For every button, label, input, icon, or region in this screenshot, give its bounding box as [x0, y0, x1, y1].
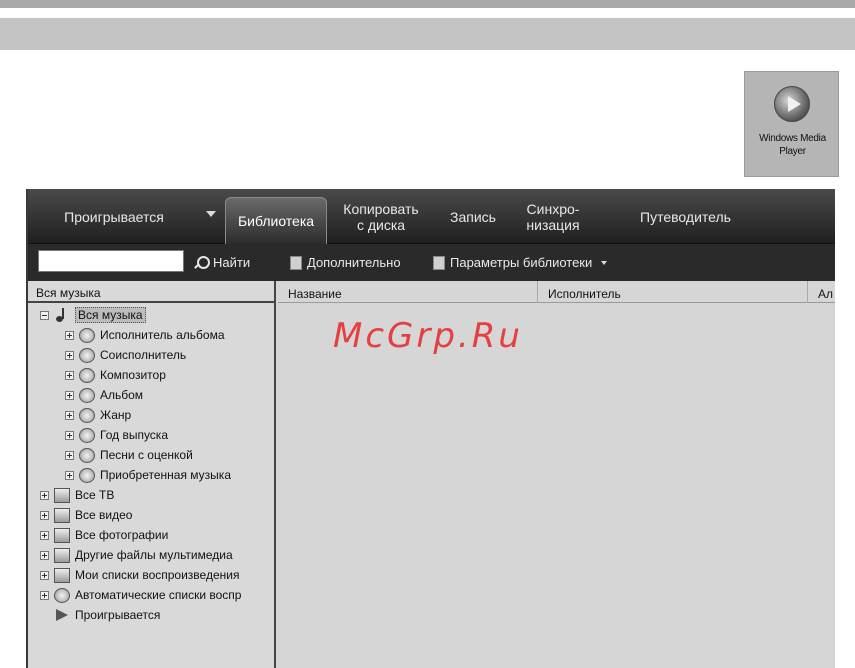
music-note-icon: [54, 307, 70, 323]
tree-item-label: Автоматические списки воспр: [75, 588, 242, 602]
expand-icon[interactable]: [40, 570, 49, 580]
tree-item[interactable]: Приобретенная музыка: [65, 465, 231, 485]
expand-icon[interactable]: [40, 590, 49, 600]
tree-item-label: Проигрывается: [75, 608, 161, 622]
more-button[interactable]: Дополнительно: [290, 244, 401, 281]
tree-item-label: Приобретенная музыка: [100, 468, 231, 482]
expand-icon[interactable]: [65, 450, 74, 460]
tree-item-label: Мои списки воспроизведения: [75, 568, 240, 582]
auto-playlist-icon: [54, 587, 70, 603]
play-icon: [56, 609, 68, 621]
windows-media-player-icon: [774, 86, 810, 122]
tree-item[interactable]: Мои списки воспроизведения: [40, 565, 239, 585]
library-toolbar: Найти Дополнительно Параметры библиотеки: [28, 244, 835, 281]
tree-item-label: Альбом: [100, 388, 144, 402]
tree-item[interactable]: Соисполнитель: [65, 345, 186, 365]
tree-item[interactable]: Проигрывается: [40, 605, 160, 625]
playlist-icon: [54, 567, 70, 583]
tree-item-label: Все видео: [75, 508, 133, 522]
expand-icon[interactable]: [65, 410, 74, 420]
contributing-artist-icon: [79, 347, 95, 363]
more-icon: [290, 255, 302, 270]
tree-item[interactable]: Вся музыка: [40, 305, 146, 325]
navigation-pane: Вся музыка Вся музыка Исполнитель альбома…: [28, 281, 276, 668]
tree-item-label: Вся музыка: [75, 307, 146, 323]
find-button[interactable]: Найти: [194, 244, 250, 281]
tree-item[interactable]: Жанр: [65, 405, 131, 425]
library-options-button[interactable]: Параметры библиотеки: [433, 244, 608, 281]
search-input[interactable]: [38, 250, 184, 272]
tree-item[interactable]: Автоматические списки воспр: [40, 585, 241, 605]
column-album[interactable]: Ал: [808, 281, 835, 303]
media-player-window: Проигрывается Библиотека Копировать с ди…: [26, 189, 835, 668]
tree-item[interactable]: Все видео: [40, 505, 132, 525]
expand-icon[interactable]: [65, 390, 74, 400]
tree-item[interactable]: Композитор: [65, 365, 166, 385]
search-icon: [194, 255, 210, 270]
tree-item[interactable]: Все фотографии: [40, 525, 168, 545]
column-header: Название Исполнитель Ал: [278, 281, 835, 303]
top-bar: [0, 0, 855, 8]
tab-sync[interactable]: Синхро- низация: [513, 189, 593, 244]
tree-item-label: Жанр: [100, 408, 132, 422]
tab-rip[interactable]: Копировать с диска: [332, 189, 430, 244]
purchased-music-icon: [79, 467, 95, 483]
expand-icon[interactable]: [65, 470, 74, 480]
windows-media-player-shortcut[interactable]: Windows Media Player: [744, 71, 839, 177]
expand-icon[interactable]: [65, 330, 74, 340]
now-playing-dropdown-icon[interactable]: [206, 211, 216, 217]
release-year-icon: [79, 427, 95, 443]
tree-item[interactable]: Песни с оценкой: [65, 445, 193, 465]
tree-item-label: Соисполнитель: [100, 348, 187, 362]
column-title[interactable]: Название: [278, 281, 538, 303]
expand-icon[interactable]: [40, 490, 49, 500]
expand-icon[interactable]: [65, 350, 74, 360]
album-artist-icon: [79, 327, 95, 343]
tree-item[interactable]: Исполнитель альбома: [65, 325, 225, 345]
expand-icon[interactable]: [40, 530, 49, 540]
tree-item-label: Все фотографии: [75, 528, 169, 542]
library-options-icon: [433, 255, 445, 270]
tab-guide[interactable]: Путеводитель: [603, 189, 768, 244]
collapse-icon[interactable]: [40, 310, 49, 320]
composer-icon: [79, 367, 95, 383]
expand-icon[interactable]: [65, 370, 74, 380]
tree-item[interactable]: Год выпуска: [65, 425, 168, 445]
album-icon: [79, 387, 95, 403]
watermark: McGrp.Ru: [333, 316, 523, 356]
tree-item-label: Песни с оценкой: [100, 448, 193, 462]
chevron-down-icon: [601, 260, 608, 265]
other-media-icon: [54, 547, 70, 563]
tree-item-label: Год выпуска: [100, 428, 168, 442]
genre-icon: [79, 407, 95, 423]
tree-item[interactable]: Все ТВ: [40, 485, 114, 505]
expand-icon[interactable]: [65, 430, 74, 440]
pane-header: Вся музыка: [28, 281, 274, 303]
rated-songs-icon: [79, 447, 95, 463]
photos-icon: [54, 527, 70, 543]
tree-item[interactable]: Альбом: [65, 385, 143, 405]
column-artist[interactable]: Исполнитель: [538, 281, 808, 303]
navigation-bar: Проигрывается Библиотека Копировать с ди…: [28, 189, 835, 244]
tab-library[interactable]: Библиотека: [225, 197, 327, 244]
tree-item-label: Все ТВ: [75, 488, 115, 502]
tree-item[interactable]: Другие файлы мультимедиа: [40, 545, 233, 565]
tab-now-playing[interactable]: Проигрывается: [44, 189, 184, 244]
shortcut-label: Windows Media Player: [759, 133, 826, 157]
tab-burn[interactable]: Запись: [438, 189, 508, 244]
tree-item-label: Исполнитель альбома: [100, 328, 225, 342]
tree-item-label: Композитор: [100, 368, 166, 382]
section-bar: [0, 18, 855, 50]
video-icon: [54, 507, 70, 523]
expand-icon[interactable]: [40, 510, 49, 520]
tree-item-label: Другие файлы мультимедиа: [75, 548, 233, 562]
tv-icon: [54, 487, 70, 503]
expand-icon[interactable]: [40, 550, 49, 560]
